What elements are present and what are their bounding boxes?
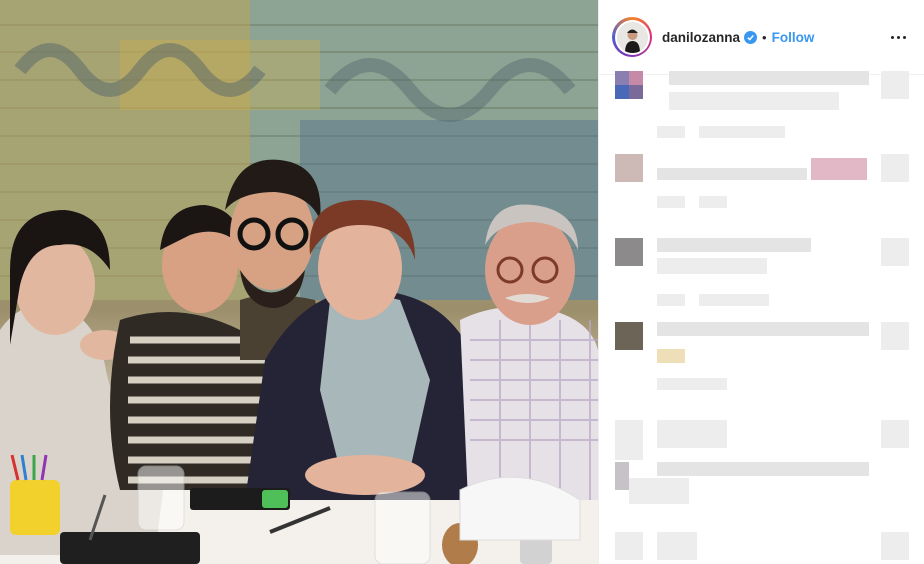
comment-text [657,462,869,476]
like-icon[interactable] [881,154,909,182]
username-link[interactable]: danilozanna [662,30,740,45]
like-icon[interactable] [881,238,909,266]
comment-text [657,258,767,274]
comment-meta [657,196,685,208]
comment-avatar[interactable] [615,532,643,560]
comment-text [657,238,811,252]
comment-text [669,92,839,110]
avatar-frame [614,19,650,55]
like-icon[interactable] [881,322,909,350]
instagram-post: danilozanna • Follow [0,0,924,564]
like-icon[interactable] [881,71,909,99]
avatar-illustration [616,21,648,53]
comment-text [657,168,807,180]
comment-meta [657,378,727,390]
comments-list [599,71,924,564]
comment-avatar[interactable] [615,322,643,350]
comment-meta [657,126,685,138]
comment-meta [699,196,727,208]
comment-text [657,532,697,560]
header-separator: • [762,29,767,45]
comment-text [629,478,689,504]
comment-meta [699,126,785,138]
comment-avatar-part [629,71,643,85]
comment-avatar[interactable] [615,154,643,182]
comment-text [669,71,869,85]
follow-button[interactable]: Follow [772,30,815,45]
like-icon[interactable] [881,420,909,448]
photo-illustration [0,0,598,564]
like-icon[interactable] [881,532,909,560]
comment-avatar[interactable] [615,238,643,266]
comment-avatar[interactable] [615,71,629,85]
post-photo[interactable] [0,0,598,564]
comment-text [811,158,867,180]
post-header: danilozanna • Follow [599,0,924,75]
avatar[interactable] [612,17,652,57]
comment-avatar[interactable] [615,420,643,460]
comment-meta [699,294,769,306]
comment-avatar-part [615,85,629,99]
verified-badge-icon [744,30,758,44]
comment-text [657,349,685,363]
comment-avatar-part [629,85,643,99]
avatar-image [616,21,648,53]
comment-text [657,420,727,448]
comment-text [657,322,869,336]
post-sidebar: danilozanna • Follow [598,0,924,564]
comment-avatar-part [615,462,629,490]
more-options-icon[interactable] [887,32,910,43]
comment-meta [657,294,685,306]
